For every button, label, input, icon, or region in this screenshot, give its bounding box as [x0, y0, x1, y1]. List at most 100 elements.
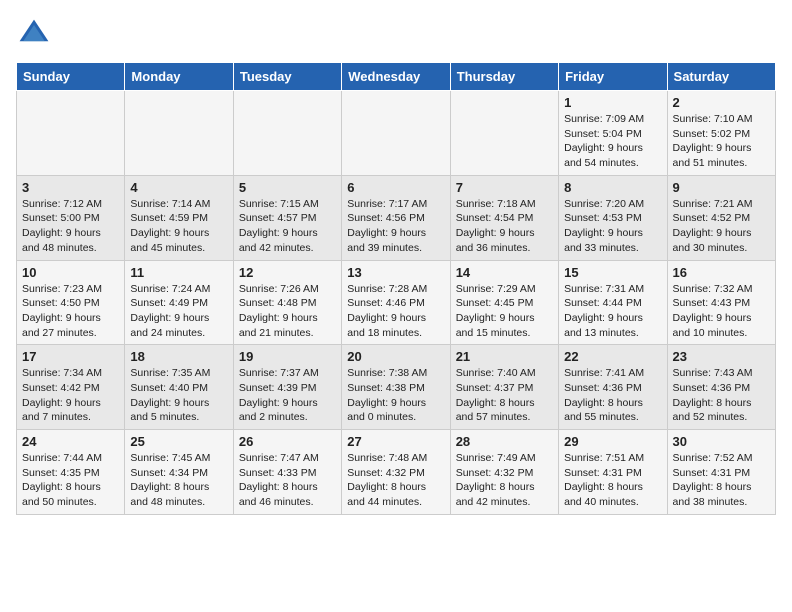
day-number: 5	[239, 180, 336, 195]
day-info: Sunrise: 7:10 AM Sunset: 5:02 PM Dayligh…	[673, 112, 770, 171]
day-number: 10	[22, 265, 119, 280]
calendar-week-3: 17 Sunrise: 7:34 AM Sunset: 4:42 PM Dayli…	[17, 345, 776, 430]
day-number: 17	[22, 349, 119, 364]
day-info: Sunrise: 7:28 AM Sunset: 4:46 PM Dayligh…	[347, 282, 444, 341]
day-number: 7	[456, 180, 553, 195]
day-info: Sunrise: 7:34 AM Sunset: 4:42 PM Dayligh…	[22, 366, 119, 425]
day-number: 14	[456, 265, 553, 280]
day-number: 23	[673, 349, 770, 364]
day-number: 1	[564, 95, 661, 110]
day-number: 24	[22, 434, 119, 449]
day-number: 19	[239, 349, 336, 364]
day-number: 4	[130, 180, 227, 195]
calendar-cell: 21 Sunrise: 7:40 AM Sunset: 4:37 PM Dayli…	[450, 345, 558, 430]
day-info: Sunrise: 7:35 AM Sunset: 4:40 PM Dayligh…	[130, 366, 227, 425]
day-info: Sunrise: 7:09 AM Sunset: 5:04 PM Dayligh…	[564, 112, 661, 171]
calendar-cell: 10 Sunrise: 7:23 AM Sunset: 4:50 PM Dayli…	[17, 260, 125, 345]
calendar-header: SundayMondayTuesdayWednesdayThursdayFrid…	[17, 63, 776, 91]
calendar-cell	[125, 91, 233, 176]
calendar-cell: 24 Sunrise: 7:44 AM Sunset: 4:35 PM Dayli…	[17, 430, 125, 515]
day-number: 12	[239, 265, 336, 280]
calendar-cell: 17 Sunrise: 7:34 AM Sunset: 4:42 PM Dayli…	[17, 345, 125, 430]
calendar-week-0: 1 Sunrise: 7:09 AM Sunset: 5:04 PM Daylig…	[17, 91, 776, 176]
col-header-sunday: Sunday	[17, 63, 125, 91]
calendar-cell: 20 Sunrise: 7:38 AM Sunset: 4:38 PM Dayli…	[342, 345, 450, 430]
day-info: Sunrise: 7:29 AM Sunset: 4:45 PM Dayligh…	[456, 282, 553, 341]
calendar-cell	[450, 91, 558, 176]
day-number: 3	[22, 180, 119, 195]
page-header	[16, 16, 776, 52]
calendar-cell	[233, 91, 341, 176]
day-info: Sunrise: 7:51 AM Sunset: 4:31 PM Dayligh…	[564, 451, 661, 510]
day-info: Sunrise: 7:43 AM Sunset: 4:36 PM Dayligh…	[673, 366, 770, 425]
day-info: Sunrise: 7:12 AM Sunset: 5:00 PM Dayligh…	[22, 197, 119, 256]
day-number: 22	[564, 349, 661, 364]
calendar-cell	[17, 91, 125, 176]
day-info: Sunrise: 7:32 AM Sunset: 4:43 PM Dayligh…	[673, 282, 770, 341]
day-number: 11	[130, 265, 227, 280]
day-number: 21	[456, 349, 553, 364]
calendar-cell: 14 Sunrise: 7:29 AM Sunset: 4:45 PM Dayli…	[450, 260, 558, 345]
calendar-cell: 25Sunrise: 7:45 AM Sunset: 4:34 PM Dayli…	[125, 430, 233, 515]
day-info: Sunrise: 7:47 AM Sunset: 4:33 PM Dayligh…	[239, 451, 336, 510]
calendar-cell: 18 Sunrise: 7:35 AM Sunset: 4:40 PM Dayli…	[125, 345, 233, 430]
day-info: Sunrise: 7:40 AM Sunset: 4:37 PM Dayligh…	[456, 366, 553, 425]
calendar-cell: 19 Sunrise: 7:37 AM Sunset: 4:39 PM Dayli…	[233, 345, 341, 430]
day-number: 20	[347, 349, 444, 364]
day-info: Sunrise: 7:18 AM Sunset: 4:54 PM Dayligh…	[456, 197, 553, 256]
day-info: Sunrise: 7:20 AM Sunset: 4:53 PM Dayligh…	[564, 197, 661, 256]
col-header-tuesday: Tuesday	[233, 63, 341, 91]
logo	[16, 16, 56, 52]
day-number: 9	[673, 180, 770, 195]
calendar-table: SundayMondayTuesdayWednesdayThursdayFrid…	[16, 62, 776, 515]
col-header-monday: Monday	[125, 63, 233, 91]
calendar-cell: 27 Sunrise: 7:48 AM Sunset: 4:32 PM Dayli…	[342, 430, 450, 515]
calendar-cell: 13 Sunrise: 7:28 AM Sunset: 4:46 PM Dayli…	[342, 260, 450, 345]
calendar-week-4: 24 Sunrise: 7:44 AM Sunset: 4:35 PM Dayli…	[17, 430, 776, 515]
day-info: Sunrise: 7:15 AM Sunset: 4:57 PM Dayligh…	[239, 197, 336, 256]
day-number: 8	[564, 180, 661, 195]
calendar-cell: 15 Sunrise: 7:31 AM Sunset: 4:44 PM Dayli…	[559, 260, 667, 345]
calendar-cell	[342, 91, 450, 176]
day-number: 15	[564, 265, 661, 280]
day-info: Sunrise: 7:21 AM Sunset: 4:52 PM Dayligh…	[673, 197, 770, 256]
calendar-cell: 11 Sunrise: 7:24 AM Sunset: 4:49 PM Dayli…	[125, 260, 233, 345]
day-info: Sunrise: 7:38 AM Sunset: 4:38 PM Dayligh…	[347, 366, 444, 425]
day-info: Sunrise: 7:23 AM Sunset: 4:50 PM Dayligh…	[22, 282, 119, 341]
calendar-cell: 5 Sunrise: 7:15 AM Sunset: 4:57 PM Daylig…	[233, 175, 341, 260]
day-number: 2	[673, 95, 770, 110]
day-number: 27	[347, 434, 444, 449]
col-header-thursday: Thursday	[450, 63, 558, 91]
day-number: 25	[130, 434, 227, 449]
calendar-cell: 28Sunrise: 7:49 AM Sunset: 4:32 PM Dayli…	[450, 430, 558, 515]
calendar-cell: 22Sunrise: 7:41 AM Sunset: 4:36 PM Dayli…	[559, 345, 667, 430]
day-info: Sunrise: 7:26 AM Sunset: 4:48 PM Dayligh…	[239, 282, 336, 341]
calendar-week-1: 3 Sunrise: 7:12 AM Sunset: 5:00 PM Daylig…	[17, 175, 776, 260]
calendar-cell: 1 Sunrise: 7:09 AM Sunset: 5:04 PM Daylig…	[559, 91, 667, 176]
day-info: Sunrise: 7:52 AM Sunset: 4:31 PM Dayligh…	[673, 451, 770, 510]
day-info: Sunrise: 7:37 AM Sunset: 4:39 PM Dayligh…	[239, 366, 336, 425]
day-number: 6	[347, 180, 444, 195]
calendar-cell: 3 Sunrise: 7:12 AM Sunset: 5:00 PM Daylig…	[17, 175, 125, 260]
day-info: Sunrise: 7:44 AM Sunset: 4:35 PM Dayligh…	[22, 451, 119, 510]
day-number: 30	[673, 434, 770, 449]
calendar-cell: 4Sunrise: 7:14 AM Sunset: 4:59 PM Daylig…	[125, 175, 233, 260]
calendar-cell: 8 Sunrise: 7:20 AM Sunset: 4:53 PM Daylig…	[559, 175, 667, 260]
day-number: 29	[564, 434, 661, 449]
calendar-cell: 6Sunrise: 7:17 AM Sunset: 4:56 PM Daylig…	[342, 175, 450, 260]
day-info: Sunrise: 7:48 AM Sunset: 4:32 PM Dayligh…	[347, 451, 444, 510]
day-number: 26	[239, 434, 336, 449]
logo-icon	[16, 16, 52, 52]
calendar-cell: 30 Sunrise: 7:52 AM Sunset: 4:31 PM Dayli…	[667, 430, 775, 515]
day-info: Sunrise: 7:31 AM Sunset: 4:44 PM Dayligh…	[564, 282, 661, 341]
day-number: 18	[130, 349, 227, 364]
calendar-cell: 16 Sunrise: 7:32 AM Sunset: 4:43 PM Dayli…	[667, 260, 775, 345]
col-header-friday: Friday	[559, 63, 667, 91]
calendar-week-2: 10 Sunrise: 7:23 AM Sunset: 4:50 PM Dayli…	[17, 260, 776, 345]
day-info: Sunrise: 7:24 AM Sunset: 4:49 PM Dayligh…	[130, 282, 227, 341]
day-number: 13	[347, 265, 444, 280]
calendar-cell: 9 Sunrise: 7:21 AM Sunset: 4:52 PM Daylig…	[667, 175, 775, 260]
calendar-cell: 26 Sunrise: 7:47 AM Sunset: 4:33 PM Dayli…	[233, 430, 341, 515]
day-number: 16	[673, 265, 770, 280]
day-number: 28	[456, 434, 553, 449]
